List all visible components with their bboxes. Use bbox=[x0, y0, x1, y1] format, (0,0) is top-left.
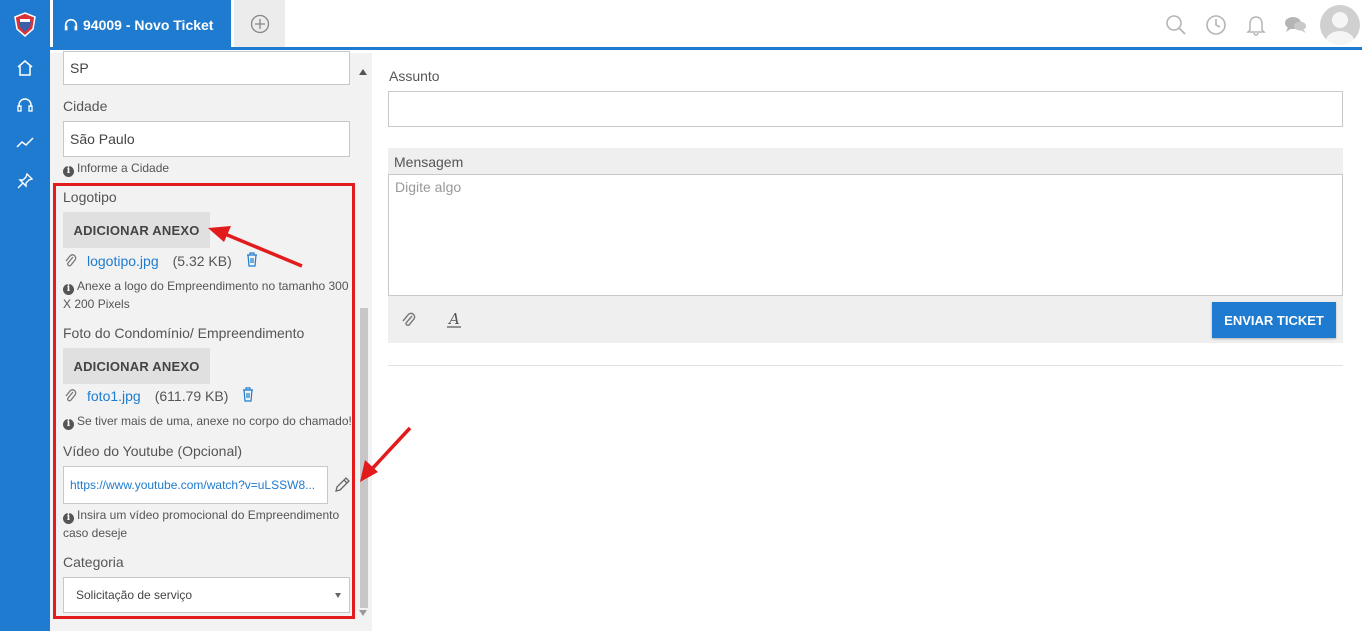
bell-icon[interactable] bbox=[1244, 13, 1268, 37]
left-navigation bbox=[0, 0, 50, 631]
plus-circle-icon bbox=[250, 14, 269, 33]
tab-label: 94009 - Novo Ticket bbox=[83, 17, 214, 33]
scroll-thumb[interactable] bbox=[360, 308, 368, 608]
message-placeholder: Digite algo bbox=[395, 179, 462, 195]
cidade-hint: i Informe a Cidade bbox=[63, 159, 353, 177]
scroll-up-icon[interactable] bbox=[359, 69, 367, 75]
app: 94009 - Novo Ticket SP Cidade São Paulo … bbox=[0, 0, 1362, 631]
send-ticket-button[interactable]: ENVIAR TICKET bbox=[1212, 302, 1336, 338]
message-box: Mensagem Digite algo bbox=[388, 148, 1343, 343]
divider bbox=[388, 365, 1343, 366]
search-icon[interactable] bbox=[1164, 13, 1188, 37]
form-scrollbar[interactable] bbox=[356, 63, 370, 623]
pin-icon[interactable] bbox=[13, 169, 37, 193]
trend-chart-icon[interactable] bbox=[13, 131, 37, 155]
cidade-label: Cidade bbox=[63, 98, 108, 114]
headset-icon[interactable] bbox=[13, 93, 37, 117]
text-format-icon[interactable]: A bbox=[445, 311, 463, 329]
cidade-hint-text: Informe a Cidade bbox=[77, 161, 170, 175]
home-icon[interactable] bbox=[13, 56, 37, 80]
avatar[interactable] bbox=[1320, 5, 1360, 45]
logo-icon[interactable] bbox=[13, 12, 37, 38]
estado-value: SP bbox=[70, 60, 89, 76]
svg-text:A: A bbox=[447, 311, 460, 328]
cidade-input[interactable]: São Paulo bbox=[63, 121, 350, 157]
attach-icon[interactable] bbox=[400, 311, 418, 329]
info-icon: i bbox=[63, 166, 74, 177]
chat-icon[interactable] bbox=[1284, 13, 1308, 37]
mensagem-label: Mensagem bbox=[394, 154, 464, 170]
message-textarea[interactable]: Digite algo bbox=[388, 174, 1343, 296]
add-tab-button[interactable] bbox=[234, 0, 285, 47]
cidade-value: São Paulo bbox=[70, 131, 135, 147]
top-bar: 94009 - Novo Ticket bbox=[50, 0, 1362, 50]
estado-input[interactable]: SP bbox=[63, 51, 350, 85]
tab-novo-ticket[interactable]: 94009 - Novo Ticket bbox=[53, 0, 231, 50]
assunto-label: Assunto bbox=[389, 68, 440, 84]
clock-icon[interactable] bbox=[1204, 13, 1228, 37]
assunto-input[interactable] bbox=[388, 91, 1343, 127]
headset-icon bbox=[64, 18, 78, 31]
highlight-box bbox=[53, 183, 355, 619]
scroll-down-icon[interactable] bbox=[359, 610, 367, 616]
